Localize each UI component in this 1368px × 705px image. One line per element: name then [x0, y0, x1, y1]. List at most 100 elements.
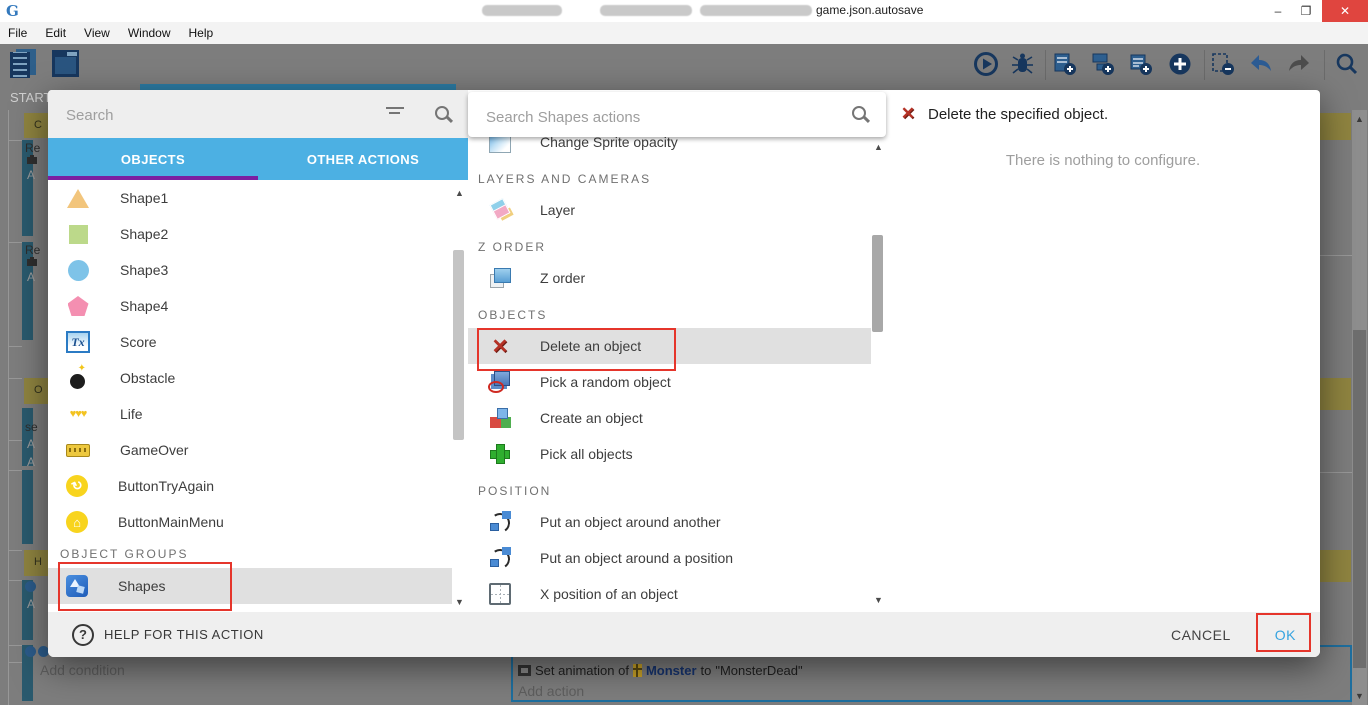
menu-window[interactable]: Window: [128, 26, 171, 40]
hearts-icon: [66, 402, 90, 426]
redo-icon[interactable]: [1286, 51, 1312, 77]
object-row-obstacle[interactable]: Obstacle: [48, 360, 452, 396]
empty-config-message: There is nothing to configure.: [886, 152, 1320, 169]
scroll-down-icon[interactable]: ▼: [874, 595, 883, 605]
event-sheet-scrollbar-thumb[interactable]: [1353, 330, 1366, 668]
event-text-fragment: Re: [25, 243, 40, 257]
circle-icon: [66, 258, 90, 282]
pentagon-icon: [66, 294, 90, 318]
comment-block[interactable]: H: [24, 550, 48, 576]
maximize-button[interactable]: ❐: [1292, 0, 1320, 22]
object-row-buttontryagain[interactable]: ButtonTryAgain: [48, 468, 452, 504]
banner-icon: [66, 438, 90, 462]
event-action-row[interactable]: Set animation of Monster to "MonsterDead…: [518, 661, 803, 679]
scroll-down-icon[interactable]: ▼: [455, 597, 464, 607]
action-search-bar: [468, 92, 886, 137]
project-manager-icon[interactable]: [8, 49, 40, 79]
debug-icon[interactable]: [1009, 51, 1035, 77]
toolbar-separator: [1045, 50, 1046, 80]
square-icon: [66, 222, 90, 246]
action-object-name: Monster: [646, 663, 697, 678]
close-button[interactable]: ✕: [1322, 0, 1368, 22]
scene-window-icon[interactable]: [50, 49, 82, 79]
add-comment-icon[interactable]: [1128, 51, 1154, 77]
action-row-z-order[interactable]: Z order: [468, 260, 871, 296]
comment-block[interactable]: [1320, 550, 1351, 582]
add-circle-icon[interactable]: [1167, 51, 1193, 77]
toolbar-separator: [1324, 50, 1325, 80]
action-row-pick-all-objects[interactable]: Pick all objects: [468, 436, 871, 472]
help-label: HELP FOR THIS ACTION: [104, 627, 264, 642]
section-header: Z ORDER: [468, 228, 871, 260]
add-condition-link[interactable]: Add condition: [40, 662, 125, 678]
label: Shape1: [120, 190, 168, 206]
menu-edit[interactable]: Edit: [45, 26, 66, 40]
redacted-title-segment: [600, 5, 692, 16]
tab-other-actions[interactable]: OTHER ACTIONS: [258, 138, 468, 180]
event-text-fragment: A: [27, 455, 35, 469]
scene-tab-label[interactable]: START: [10, 90, 51, 105]
object-row-shape4[interactable]: Shape4: [48, 288, 452, 324]
menu-file[interactable]: File: [8, 26, 27, 40]
comment-block[interactable]: O: [24, 378, 48, 404]
object-row-shape3[interactable]: Shape3: [48, 252, 452, 288]
label: Shape2: [120, 226, 168, 242]
pick-all-icon: [488, 442, 512, 466]
action-row-x-position-of-an-object[interactable]: X position of an object: [468, 576, 871, 612]
action-row-layer[interactable]: Layer: [468, 192, 871, 228]
label: Create an object: [540, 410, 643, 426]
action-description: Delete the specified object.: [928, 106, 1108, 123]
scroll-up-icon[interactable]: ▲: [1355, 114, 1364, 124]
comment-block[interactable]: C: [24, 113, 48, 138]
around-object-icon: [488, 510, 512, 534]
minimize-button[interactable]: –: [1264, 0, 1292, 22]
object-list-scrollbar-thumb[interactable]: [453, 250, 464, 440]
object-row-score[interactable]: Score: [48, 324, 452, 360]
label: X position of an object: [540, 586, 678, 602]
action-row-put-an-object-around-another[interactable]: Put an object around another: [468, 504, 871, 540]
label: Z order: [540, 270, 585, 286]
annotation-rect-shapes-group: [58, 562, 232, 611]
x-position-icon: [488, 582, 512, 606]
scroll-up-icon[interactable]: ▲: [874, 142, 883, 152]
label: Score: [120, 334, 157, 350]
window-title: game.json.autosave: [816, 3, 923, 17]
event-text-fragment: A: [27, 270, 35, 284]
remove-event-icon[interactable]: [1210, 51, 1236, 77]
menu-view[interactable]: View: [84, 26, 110, 40]
add-subevent-icon[interactable]: [1090, 51, 1116, 77]
undo-icon[interactable]: [1248, 51, 1274, 77]
behavior-icon: [25, 646, 36, 657]
label: Put an object around a position: [540, 550, 733, 566]
event-tree-guide: [8, 110, 9, 705]
object-row-shape2[interactable]: Shape2: [48, 216, 452, 252]
tab-objects[interactable]: OBJECTS: [48, 138, 258, 180]
scroll-down-icon[interactable]: ▼: [1355, 691, 1364, 701]
help-link[interactable]: HELP FOR THIS ACTION: [72, 624, 264, 646]
cancel-button[interactable]: CANCEL: [1171, 627, 1231, 643]
object-row-buttonmainmenu[interactable]: ButtonMainMenu: [48, 504, 452, 540]
delete-action-icon: [898, 104, 918, 124]
action-search-input[interactable]: [484, 103, 778, 131]
play-icon[interactable]: [973, 51, 999, 77]
scroll-up-icon[interactable]: ▲: [455, 188, 464, 198]
comment-block[interactable]: [1320, 113, 1351, 140]
layer-icon: [488, 198, 512, 222]
add-action-link[interactable]: Add action: [518, 683, 584, 699]
object-row-gameover[interactable]: GameOver: [48, 432, 452, 468]
search-icon[interactable]: [1334, 51, 1360, 77]
action-row-create-an-object[interactable]: Create an object: [468, 400, 871, 436]
add-event-icon[interactable]: [1052, 51, 1078, 77]
action-list-scrollbar-thumb[interactable]: [872, 235, 883, 332]
set-animation-icon: [518, 665, 531, 676]
event-text-fragment: A: [27, 437, 35, 451]
menu-help[interactable]: Help: [189, 26, 214, 40]
z-order-icon: [488, 266, 512, 290]
label: Obstacle: [120, 370, 175, 386]
action-row-put-an-object-around-a-position[interactable]: Put an object around a position: [468, 540, 871, 576]
annotation-rect-delete-action: [477, 328, 676, 371]
object-row-shape1[interactable]: Shape1: [48, 180, 452, 216]
object-search-input[interactable]: [64, 101, 358, 129]
comment-block[interactable]: [1320, 378, 1351, 410]
object-row-life[interactable]: Life: [48, 396, 452, 432]
